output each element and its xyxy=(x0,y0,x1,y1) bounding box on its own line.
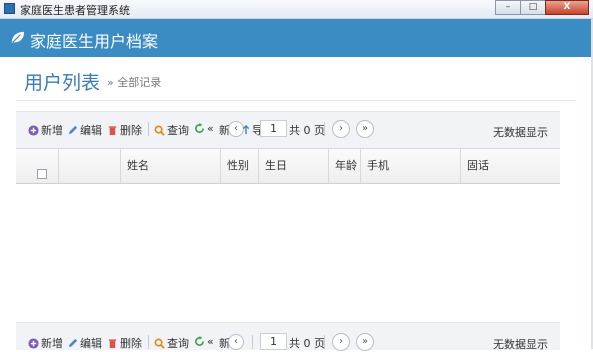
next-page-button[interactable]: › xyxy=(332,333,350,351)
separator xyxy=(324,122,325,136)
edit-label: 编辑 xyxy=(80,124,102,137)
separator xyxy=(252,335,253,349)
separator xyxy=(324,335,325,349)
first-page-button[interactable]: « xyxy=(207,122,214,135)
page-number-input[interactable]: 1 xyxy=(260,333,287,350)
prev-page-button[interactable]: ‹ xyxy=(228,334,244,350)
window-titlebar: 家庭医生患者管理系统 – □ X xyxy=(0,0,593,19)
add-button[interactable]: 新增 xyxy=(28,122,63,138)
edit-label: 编辑 xyxy=(80,337,102,350)
column-header-mobile[interactable]: 手机 xyxy=(360,149,460,183)
delete-button[interactable]: 删除 xyxy=(107,122,142,138)
column-header-age[interactable]: 年龄 xyxy=(328,149,360,183)
trash-icon xyxy=(108,339,117,349)
refresh-button[interactable] xyxy=(194,335,207,348)
separator xyxy=(148,335,149,349)
column-spacer xyxy=(58,149,120,183)
empty-status: 无数据显示 xyxy=(493,126,548,139)
search-label: 查询 xyxy=(167,124,189,137)
page-number-input[interactable]: 1 xyxy=(260,120,287,137)
add-label: 新增 xyxy=(41,124,63,137)
toolbar-bottom: 新增 编辑 删除 查询 « 新 ‹ 1 共 0 页 › » 无数据显示 xyxy=(16,322,560,351)
page-title: 用户列表 xyxy=(24,72,101,94)
edit-button[interactable]: 编辑 xyxy=(67,122,102,138)
delete-label: 删除 xyxy=(120,124,142,137)
column-header-gender[interactable]: 性别 xyxy=(220,149,258,183)
pencil-icon xyxy=(68,338,78,348)
empty-status: 无数据显示 xyxy=(493,338,548,351)
next-page-button[interactable]: › xyxy=(332,120,350,138)
close-button[interactable]: X xyxy=(545,0,589,15)
breadcrumb[interactable]: » 全部记录 xyxy=(107,74,161,90)
select-all-checkbox[interactable] xyxy=(37,169,47,179)
last-page-button[interactable]: » xyxy=(356,120,374,138)
search-icon xyxy=(154,338,165,349)
total-pages: 共 0 页 xyxy=(289,124,325,137)
export-icon xyxy=(242,125,250,135)
table-header: 姓名 性别 生日 年龄 手机 固话 xyxy=(16,148,560,184)
window-title: 家庭医生患者管理系统 xyxy=(20,4,130,17)
separator xyxy=(148,122,149,136)
minimize-button[interactable]: – xyxy=(495,0,521,15)
divider xyxy=(16,100,576,101)
first-page-button[interactable]: « xyxy=(207,335,214,348)
delete-label: 删除 xyxy=(120,337,142,350)
trash-icon xyxy=(108,126,117,136)
refresh-icon xyxy=(195,336,204,346)
search-label: 查询 xyxy=(167,337,189,350)
maximize-button[interactable]: □ xyxy=(520,0,546,15)
refresh-button[interactable] xyxy=(194,122,207,135)
search-icon xyxy=(154,125,165,136)
toolbar-top: 新增 编辑 删除 查询 « 新 ‹ 导 1 共 0 页 › » 无数据显示 xyxy=(16,111,560,148)
leaf-icon xyxy=(11,31,25,44)
app-title: 家庭医生用户档案 xyxy=(30,32,159,51)
column-header-name[interactable]: 姓名 xyxy=(120,149,220,183)
add-icon xyxy=(28,338,39,349)
add-icon xyxy=(28,125,39,136)
add-label: 新增 xyxy=(41,337,63,350)
column-header-birthday[interactable]: 生日 xyxy=(258,149,328,183)
window-controls: – □ X xyxy=(495,0,589,15)
pencil-icon xyxy=(68,125,78,135)
app-header: 家庭医生用户档案 xyxy=(0,19,593,57)
search-button[interactable]: 查询 xyxy=(154,122,189,138)
last-page-button[interactable]: » xyxy=(356,333,374,351)
app-icon xyxy=(4,3,15,14)
refresh-icon xyxy=(195,123,204,133)
column-header-phone[interactable]: 固话 xyxy=(460,149,560,183)
